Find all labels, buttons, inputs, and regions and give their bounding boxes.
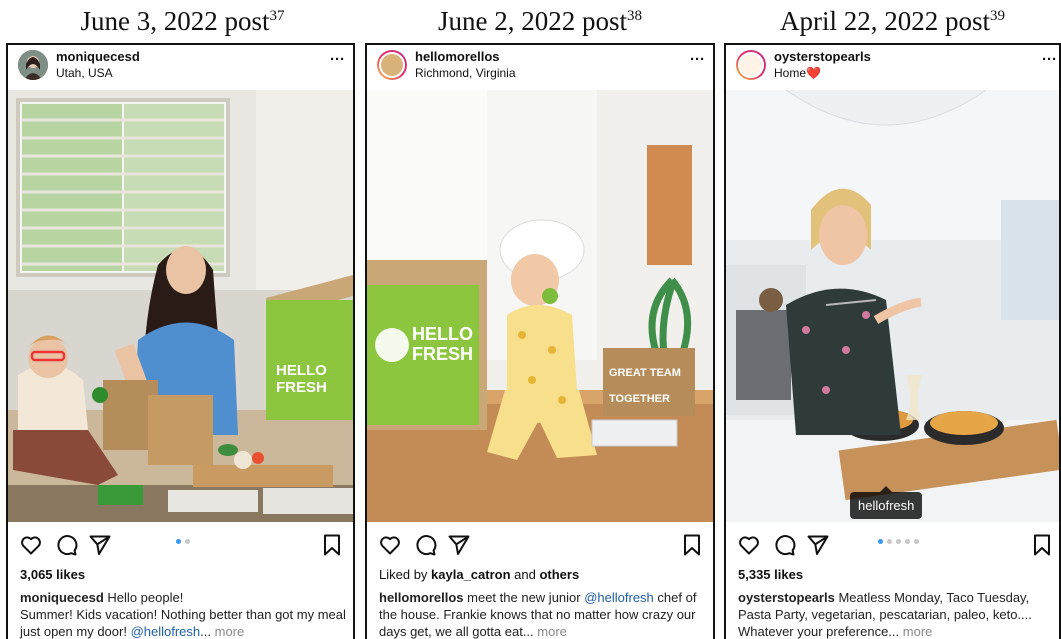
avatar[interactable] [18,50,48,80]
heart-outline-icon[interactable] [19,533,43,562]
mention-link[interactable]: @hellofresh [584,590,654,605]
heart-outline-icon[interactable] [737,533,761,562]
action-bar [8,531,353,559]
product-tag[interactable]: hellofresh [850,486,923,519]
username[interactable]: moniquecesd [56,49,140,64]
caption-username[interactable]: oysterstopearls [738,590,835,605]
likes-count[interactable]: 5,335 likes [738,567,803,582]
post-photo[interactable]: hellofresh [726,90,1059,522]
bookmark-icon[interactable] [1031,533,1053,562]
instagram-post-2: hellomorellos Richmond, Virginia ··· HEL… [365,43,715,639]
carousel-indicator [878,539,919,544]
action-bar [367,531,713,559]
more-link[interactable]: more [537,624,567,639]
location[interactable]: Utah, USA [56,66,113,80]
more-link[interactable]: more [215,624,245,639]
liked-by-others[interactable]: others [539,567,579,582]
post-photo[interactable]: HELLO FRESH GREAT TEAM TOGETHER [367,90,713,522]
post-caption: oysterstopearls Meatless Monday, Taco Tu… [738,590,1032,639]
carousel-indicator [176,539,190,544]
post-heading-3: April 22, 2022 post39 [779,6,1005,36]
caption-username[interactable]: hellomorellos [379,590,464,605]
svg-text:HELLO: HELLO [412,324,473,344]
instagram-post-3: oysterstopearls Home❤️ ··· hellofresh 5,… [724,43,1061,639]
mention-link[interactable]: @hellofresh [131,624,201,639]
bookmark-icon[interactable] [321,533,343,562]
carousel-dot-active [176,539,181,544]
red-heart-emoji: ❤️ [806,66,821,80]
carousel-dot [905,539,910,544]
comment-bubble-icon[interactable] [772,533,796,562]
svg-text:TOGETHER: TOGETHER [609,393,670,405]
username[interactable]: oysterstopearls [774,49,871,64]
instagram-post-1: moniquecesd Utah, USA ··· HELLO FRESH 3,… [6,43,355,639]
post-caption: hellomorellos meet the new junior @hello… [379,590,697,639]
svg-text:HELLO: HELLO [276,362,327,379]
liked-by[interactable]: Liked by kayla_catron and others [379,567,579,582]
liked-by-user[interactable]: kayla_catron [431,567,511,582]
location[interactable]: Richmond, Virginia [415,66,516,80]
paper-plane-icon[interactable] [88,533,112,562]
svg-text:FRESH: FRESH [276,379,327,396]
post-heading-1: June 3, 2022 post37 [80,6,285,36]
caption-username[interactable]: moniquecesd [20,590,104,605]
post-header: hellomorellos Richmond, Virginia ··· [367,45,713,90]
bookmark-icon[interactable] [681,533,703,562]
heart-outline-icon[interactable] [378,533,402,562]
carousel-dot [887,539,892,544]
more-horizontal-icon[interactable]: ··· [1042,51,1057,68]
more-link[interactable]: more [903,624,933,639]
avatar[interactable] [377,50,407,80]
comment-bubble-icon[interactable] [413,533,437,562]
avatar[interactable] [736,50,766,80]
location[interactable]: Home❤️ [774,66,821,80]
username[interactable]: hellomorellos [415,49,500,64]
more-horizontal-icon[interactable]: ··· [690,51,705,68]
carousel-dot-active [878,539,883,544]
post-caption: moniquecesd Hello people! Summer! Kids v… [20,590,346,639]
more-horizontal-icon[interactable]: ··· [330,51,345,68]
comment-bubble-icon[interactable] [54,533,78,562]
carousel-dot [185,539,190,544]
paper-plane-icon[interactable] [806,533,830,562]
post-heading-2: June 2, 2022 post38 [438,6,642,36]
carousel-dot [914,539,919,544]
svg-text:GREAT TEAM: GREAT TEAM [609,367,681,379]
action-bar [726,531,1059,559]
post-header: moniquecesd Utah, USA ··· [8,45,353,90]
post-photo[interactable]: HELLO FRESH [8,90,353,522]
post-header: oysterstopearls Home❤️ ··· [726,45,1059,90]
paper-plane-icon[interactable] [447,533,471,562]
likes-count[interactable]: 3,065 likes [20,567,85,582]
svg-text:FRESH: FRESH [412,344,473,364]
carousel-dot [896,539,901,544]
